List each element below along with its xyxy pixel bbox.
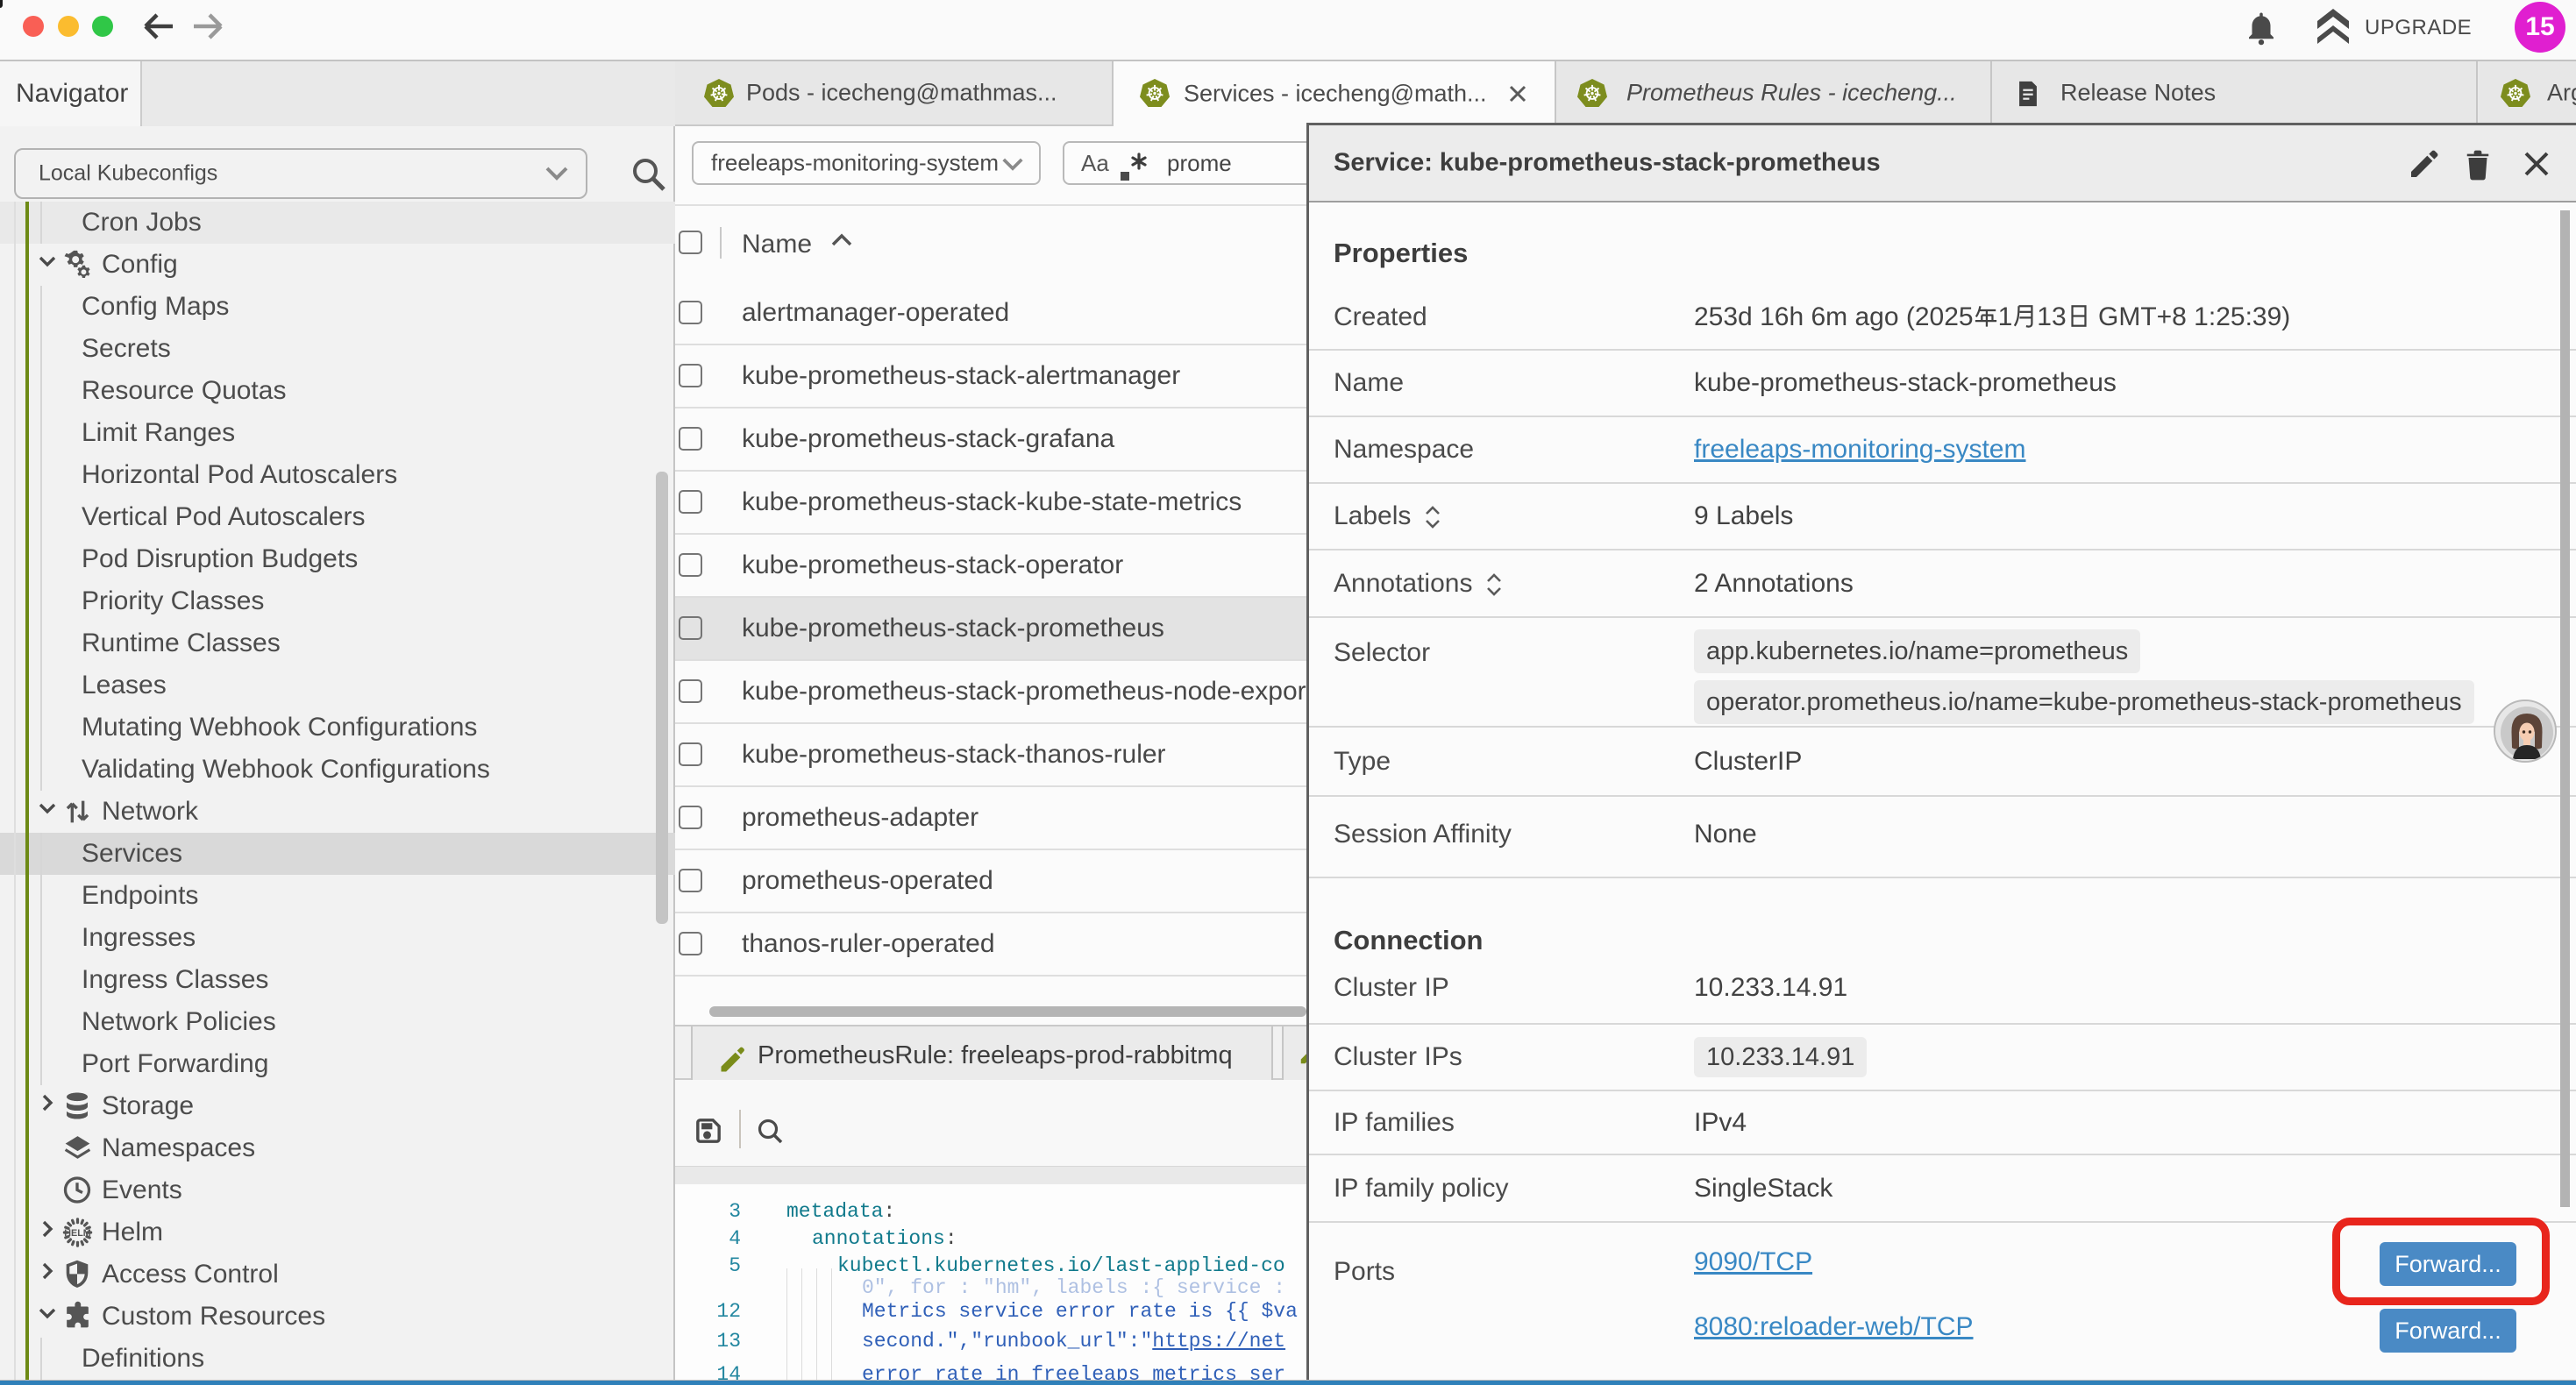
svg-text:HELM: HELM (64, 1228, 91, 1239)
